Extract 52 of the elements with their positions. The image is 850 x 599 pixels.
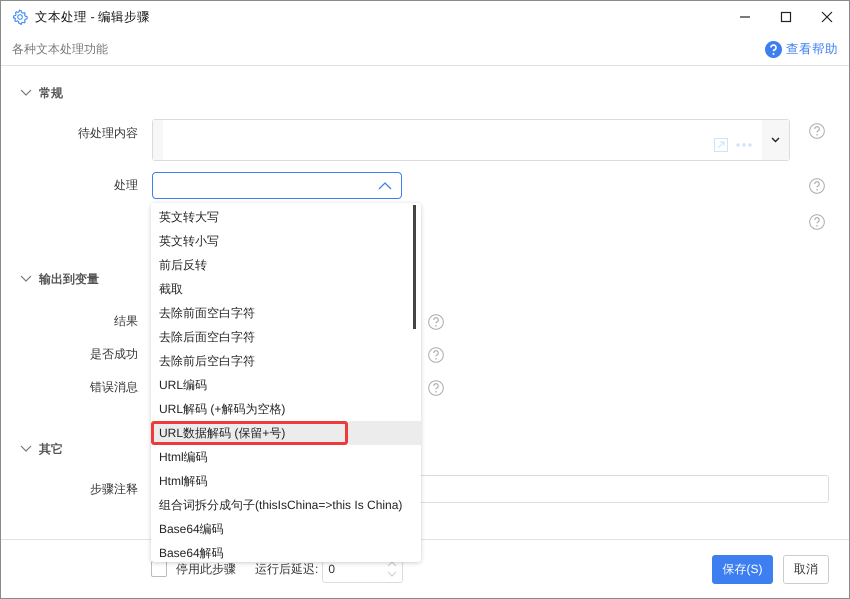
help-icon[interactable] [428, 346, 444, 362]
field-label: 处理 [114, 178, 138, 192]
window-title: 文本处理 - 编辑步骤 [35, 8, 150, 26]
dropdown-option[interactable]: URL解码 (+解码为空格) [151, 397, 418, 421]
dropdown-option[interactable]: URL数据解码 (保留+号) [151, 421, 348, 445]
gear-icon [12, 9, 28, 25]
dropdown-option[interactable]: 去除后面空白字符 [151, 325, 418, 349]
field-label: 待处理内容 [78, 126, 138, 140]
caret-icon [771, 137, 780, 143]
chevron-icon[interactable] [20, 275, 32, 283]
section-title: 其它 [39, 440, 63, 458]
dropdown-option[interactable]: 英文转小写 [151, 229, 418, 253]
dropdown-option[interactable]: 前后反转 [151, 253, 418, 277]
more-icon[interactable] [736, 143, 752, 147]
help-icon[interactable] [809, 214, 825, 230]
dropdown-option[interactable]: 截取 [151, 277, 418, 301]
window-subtitle: 各种文本处理功能 [12, 40, 109, 58]
dropdown-option[interactable]: 去除前后空白字符 [151, 349, 418, 373]
chevron-icon[interactable] [20, 445, 32, 453]
cancel-button[interactable]: 取消 [783, 554, 829, 584]
help-icon[interactable] [428, 314, 444, 330]
dropdown-option[interactable]: 去除前面空白字符 [151, 301, 418, 325]
checkbox-label: 停用此步骤 [176, 560, 236, 578]
dropdown-option[interactable]: 英文转大写 [151, 205, 418, 229]
chevron-icon[interactable] [20, 89, 32, 97]
save-button[interactable]: 保存(S) [712, 554, 773, 584]
field-label: 是否成功 [90, 347, 138, 361]
spinner-icon[interactable] [387, 559, 398, 579]
section-title: 输出到变量 [39, 270, 99, 288]
dropdown-option[interactable]: Html编码 [151, 445, 418, 469]
checkbox[interactable] [151, 561, 167, 577]
section-title: 常规 [39, 84, 63, 102]
scrollbar[interactable] [413, 205, 416, 329]
dropdown-option[interactable]: URL编码 [151, 373, 418, 397]
dropdown-option[interactable]: Html解码 [151, 469, 418, 493]
content-field[interactable] [152, 119, 790, 161]
field-label: 结果 [114, 314, 138, 328]
delay-label: 运行后延迟: [255, 560, 318, 578]
maximize-icon[interactable] [780, 11, 792, 23]
help-icon[interactable] [809, 178, 825, 194]
expand-icon[interactable] [714, 138, 728, 152]
dropdown-option[interactable]: Base64编码 [151, 517, 418, 541]
field-label: 步骤注释 [90, 482, 138, 496]
help-icon[interactable] [428, 380, 444, 396]
caret-icon [378, 182, 392, 190]
close-icon[interactable] [821, 11, 833, 23]
help-icon[interactable] [809, 123, 825, 139]
field-label: 错误消息 [90, 380, 138, 394]
dropdown-option[interactable]: 组合词拆分成句子(thisIsChina=>this Is China) [151, 493, 418, 517]
help-icon[interactable] [765, 40, 782, 58]
help-link[interactable]: 查看帮助 [786, 40, 838, 58]
select-field[interactable] [152, 172, 402, 199]
